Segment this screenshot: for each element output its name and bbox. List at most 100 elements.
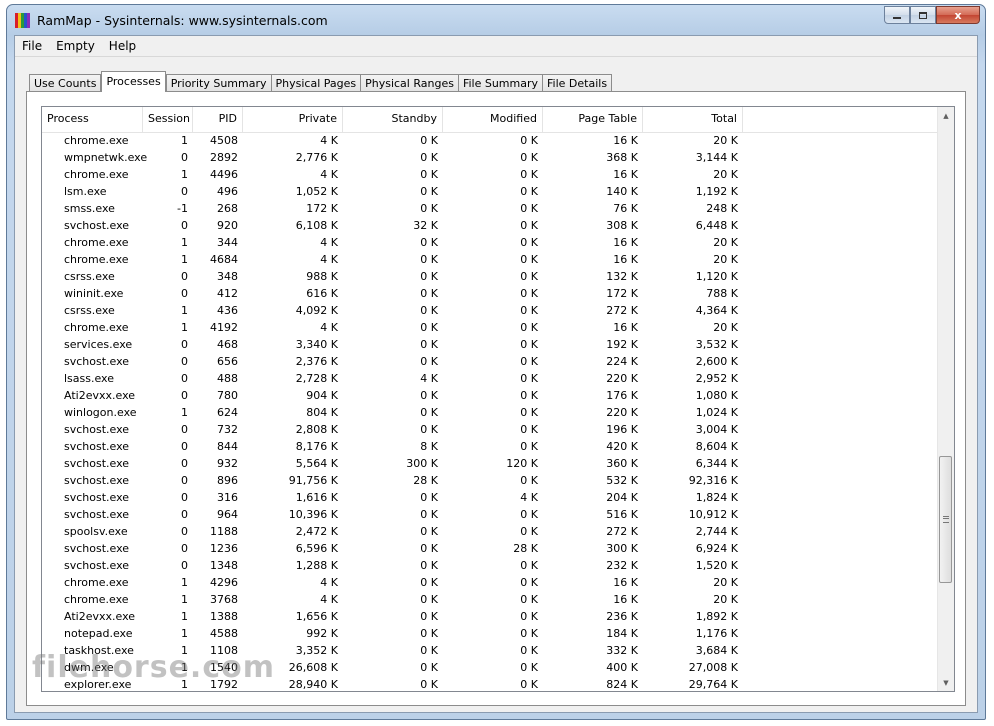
- cell-total: 20 K: [713, 168, 738, 181]
- tab-file-summary[interactable]: File Summary: [457, 74, 544, 92]
- table-row[interactable]: chrome.exe 1 4296 4 K 0 K 0 K 16 K 20 K: [42, 574, 939, 591]
- cell-session: 0: [181, 525, 188, 538]
- grip-icon: [942, 516, 949, 523]
- scroll-down-button[interactable]: ▼: [938, 674, 954, 691]
- cell-private: 1,616 K: [295, 491, 338, 504]
- table-row[interactable]: svchost.exe 0 656 2,376 K 0 K 0 K 224 K 2,600 K: [42, 353, 939, 370]
- tab-processes[interactable]: Processes: [101, 71, 166, 92]
- table-row[interactable]: svchost.exe 0 896 91,756 K 28 K 0 K 532 K 92,31…: [42, 472, 939, 489]
- table-row[interactable]: chrome.exe 1 344 4 K 0 K 0 K 16 K 20 K: [42, 234, 939, 251]
- cell-total: 3,004 K: [695, 423, 738, 436]
- table-row[interactable]: svchost.exe 0 964 10,396 K 0 K 0 K 516 K 10,912…: [42, 506, 939, 523]
- table-row[interactable]: csrss.exe 1 436 4,092 K 0 K 0 K 272 K 4,364 K: [42, 302, 939, 319]
- cell-total: 6,448 K: [695, 219, 738, 232]
- cell-total: 2,600 K: [695, 355, 738, 368]
- table-row[interactable]: svchost.exe 0 732 2,808 K 0 K 0 K 196 K 3,004 K: [42, 421, 939, 438]
- menu-help[interactable]: Help: [102, 36, 143, 56]
- vertical-scrollbar[interactable]: ▲ ▼: [937, 107, 954, 691]
- column-header-page-table[interactable]: Page Table: [543, 107, 643, 132]
- watermark: filehorse.com: [32, 650, 275, 685]
- cell-private: 2,376 K: [295, 355, 338, 368]
- cell-session: 0: [181, 372, 188, 385]
- table-row[interactable]: svchost.exe 0 1348 1,288 K 0 K 0 K 232 K 1,520 …: [42, 557, 939, 574]
- table-row[interactable]: svchost.exe 0 316 1,616 K 0 K 4 K 204 K 1,824 K: [42, 489, 939, 506]
- cell-page-table: 172 K: [606, 287, 638, 300]
- cell-session: 1: [181, 321, 188, 334]
- minimize-button[interactable]: [884, 6, 910, 24]
- title-bar[interactable]: RamMap - Sysinternals: www.sysinternals.…: [7, 5, 985, 35]
- cell-process: Ati2evxx.exe: [64, 389, 136, 402]
- menu-empty[interactable]: Empty: [49, 36, 102, 56]
- table-row[interactable]: Ati2evxx.exe 1 1388 1,656 K 0 K 0 K 236 K 1,892…: [42, 608, 939, 625]
- table-row[interactable]: lsass.exe 0 488 2,728 K 4 K 0 K 220 K 2,952 K: [42, 370, 939, 387]
- cell-total: 92,316 K: [688, 474, 738, 487]
- tab-physical-ranges[interactable]: Physical Ranges: [360, 74, 459, 92]
- cell-standby: 0 K: [420, 559, 438, 572]
- cell-modified: 0 K: [520, 389, 538, 402]
- cell-pid: 436: [217, 304, 238, 317]
- table-row[interactable]: svchost.exe 0 932 5,564 K 300 K 120 K 360 K 6,3…: [42, 455, 939, 472]
- scroll-thumb[interactable]: [939, 456, 952, 583]
- table-row[interactable]: chrome.exe 1 4496 4 K 0 K 0 K 16 K 20 K: [42, 166, 939, 183]
- table-row[interactable]: Ati2evxx.exe 0 780 904 K 0 K 0 K 176 K 1,080 K: [42, 387, 939, 404]
- cell-process: chrome.exe: [64, 576, 129, 589]
- cell-total: 1,892 K: [695, 610, 738, 623]
- cell-page-table: 824 K: [606, 678, 638, 691]
- cell-session: 0: [181, 457, 188, 470]
- cell-total: 2,744 K: [695, 525, 738, 538]
- table-row[interactable]: chrome.exe 1 3768 4 K 0 K 0 K 16 K 20 K: [42, 591, 939, 608]
- cell-modified: 0 K: [520, 661, 538, 674]
- table-row[interactable]: csrss.exe 0 348 988 K 0 K 0 K 132 K 1,120 K: [42, 268, 939, 285]
- table-row[interactable]: chrome.exe 1 4684 4 K 0 K 0 K 16 K 20 K: [42, 251, 939, 268]
- cell-process: svchost.exe: [64, 355, 130, 368]
- cell-private: 172 K: [306, 202, 338, 215]
- cell-total: 20 K: [713, 236, 738, 249]
- tab-file-details[interactable]: File Details: [542, 74, 613, 92]
- column-header-private[interactable]: Private: [243, 107, 343, 132]
- cell-total: 1,024 K: [695, 406, 738, 419]
- menu-file[interactable]: File: [15, 36, 49, 56]
- tab-use-counts[interactable]: Use Counts: [29, 74, 102, 92]
- cell-private: 6,596 K: [295, 542, 338, 555]
- cell-modified: 28 K: [513, 542, 538, 555]
- cell-modified: 0 K: [520, 202, 538, 215]
- rammap-app-icon[interactable]: [15, 13, 30, 28]
- cell-modified: 0 K: [520, 355, 538, 368]
- column-header-session[interactable]: Session: [143, 107, 193, 132]
- maximize-button[interactable]: [910, 6, 936, 24]
- table-row[interactable]: chrome.exe 1 4508 4 K 0 K 0 K 16 K 20 K: [42, 132, 939, 149]
- table-row[interactable]: svchost.exe 0 844 8,176 K 8 K 0 K 420 K 8,604 K: [42, 438, 939, 455]
- cell-page-table: 16 K: [613, 576, 638, 589]
- cell-page-table: 132 K: [606, 270, 638, 283]
- column-header-modified[interactable]: Modified: [443, 107, 543, 132]
- table-row[interactable]: smss.exe -1 268 172 K 0 K 0 K 76 K 248 K: [42, 200, 939, 217]
- table-row[interactable]: services.exe 0 468 3,340 K 0 K 0 K 192 K 3,532 …: [42, 336, 939, 353]
- table-row[interactable]: svchost.exe 0 1236 6,596 K 0 K 28 K 300 K 6,924…: [42, 540, 939, 557]
- column-header-standby[interactable]: Standby: [343, 107, 443, 132]
- cell-pid: 932: [217, 457, 238, 470]
- cell-page-table: 420 K: [606, 440, 638, 453]
- table-row[interactable]: chrome.exe 1 4192 4 K 0 K 0 K 16 K 20 K: [42, 319, 939, 336]
- column-header-pid[interactable]: PID: [193, 107, 243, 132]
- cell-page-table: 220 K: [606, 406, 638, 419]
- table-row[interactable]: winlogon.exe 1 624 804 K 0 K 0 K 220 K 1,024 K: [42, 404, 939, 421]
- tab-physical-pages[interactable]: Physical Pages: [270, 74, 362, 92]
- cell-modified: 0 K: [520, 168, 538, 181]
- cell-session: 0: [181, 508, 188, 521]
- table-row[interactable]: notepad.exe 1 4588 992 K 0 K 0 K 184 K 1,176 K: [42, 625, 939, 642]
- close-button[interactable]: x: [936, 6, 980, 24]
- process-list[interactable]: Process Session PID Private Standby Modi…: [41, 106, 955, 692]
- cell-modified: 0 K: [520, 185, 538, 198]
- column-header-total[interactable]: Total: [643, 107, 743, 132]
- cell-page-table: 400 K: [606, 661, 638, 674]
- scroll-up-button[interactable]: ▲: [938, 107, 954, 124]
- table-row[interactable]: lsm.exe 0 496 1,052 K 0 K 0 K 140 K 1,192 K: [42, 183, 939, 200]
- table-row[interactable]: svchost.exe 0 920 6,108 K 32 K 0 K 308 K 6,448 …: [42, 217, 939, 234]
- table-row[interactable]: wininit.exe 0 412 616 K 0 K 0 K 172 K 788 K: [42, 285, 939, 302]
- column-header-process[interactable]: Process: [42, 107, 143, 132]
- cell-process: lsass.exe: [64, 372, 114, 385]
- table-row[interactable]: spoolsv.exe 0 1188 2,472 K 0 K 0 K 272 K 2,744 …: [42, 523, 939, 540]
- tab-priority-summary[interactable]: Priority Summary: [165, 74, 272, 92]
- table-row[interactable]: wmpnetwk.exe 0 2892 2,776 K 0 K 0 K 368 K 3,144…: [42, 149, 939, 166]
- cell-page-table: 16 K: [613, 168, 638, 181]
